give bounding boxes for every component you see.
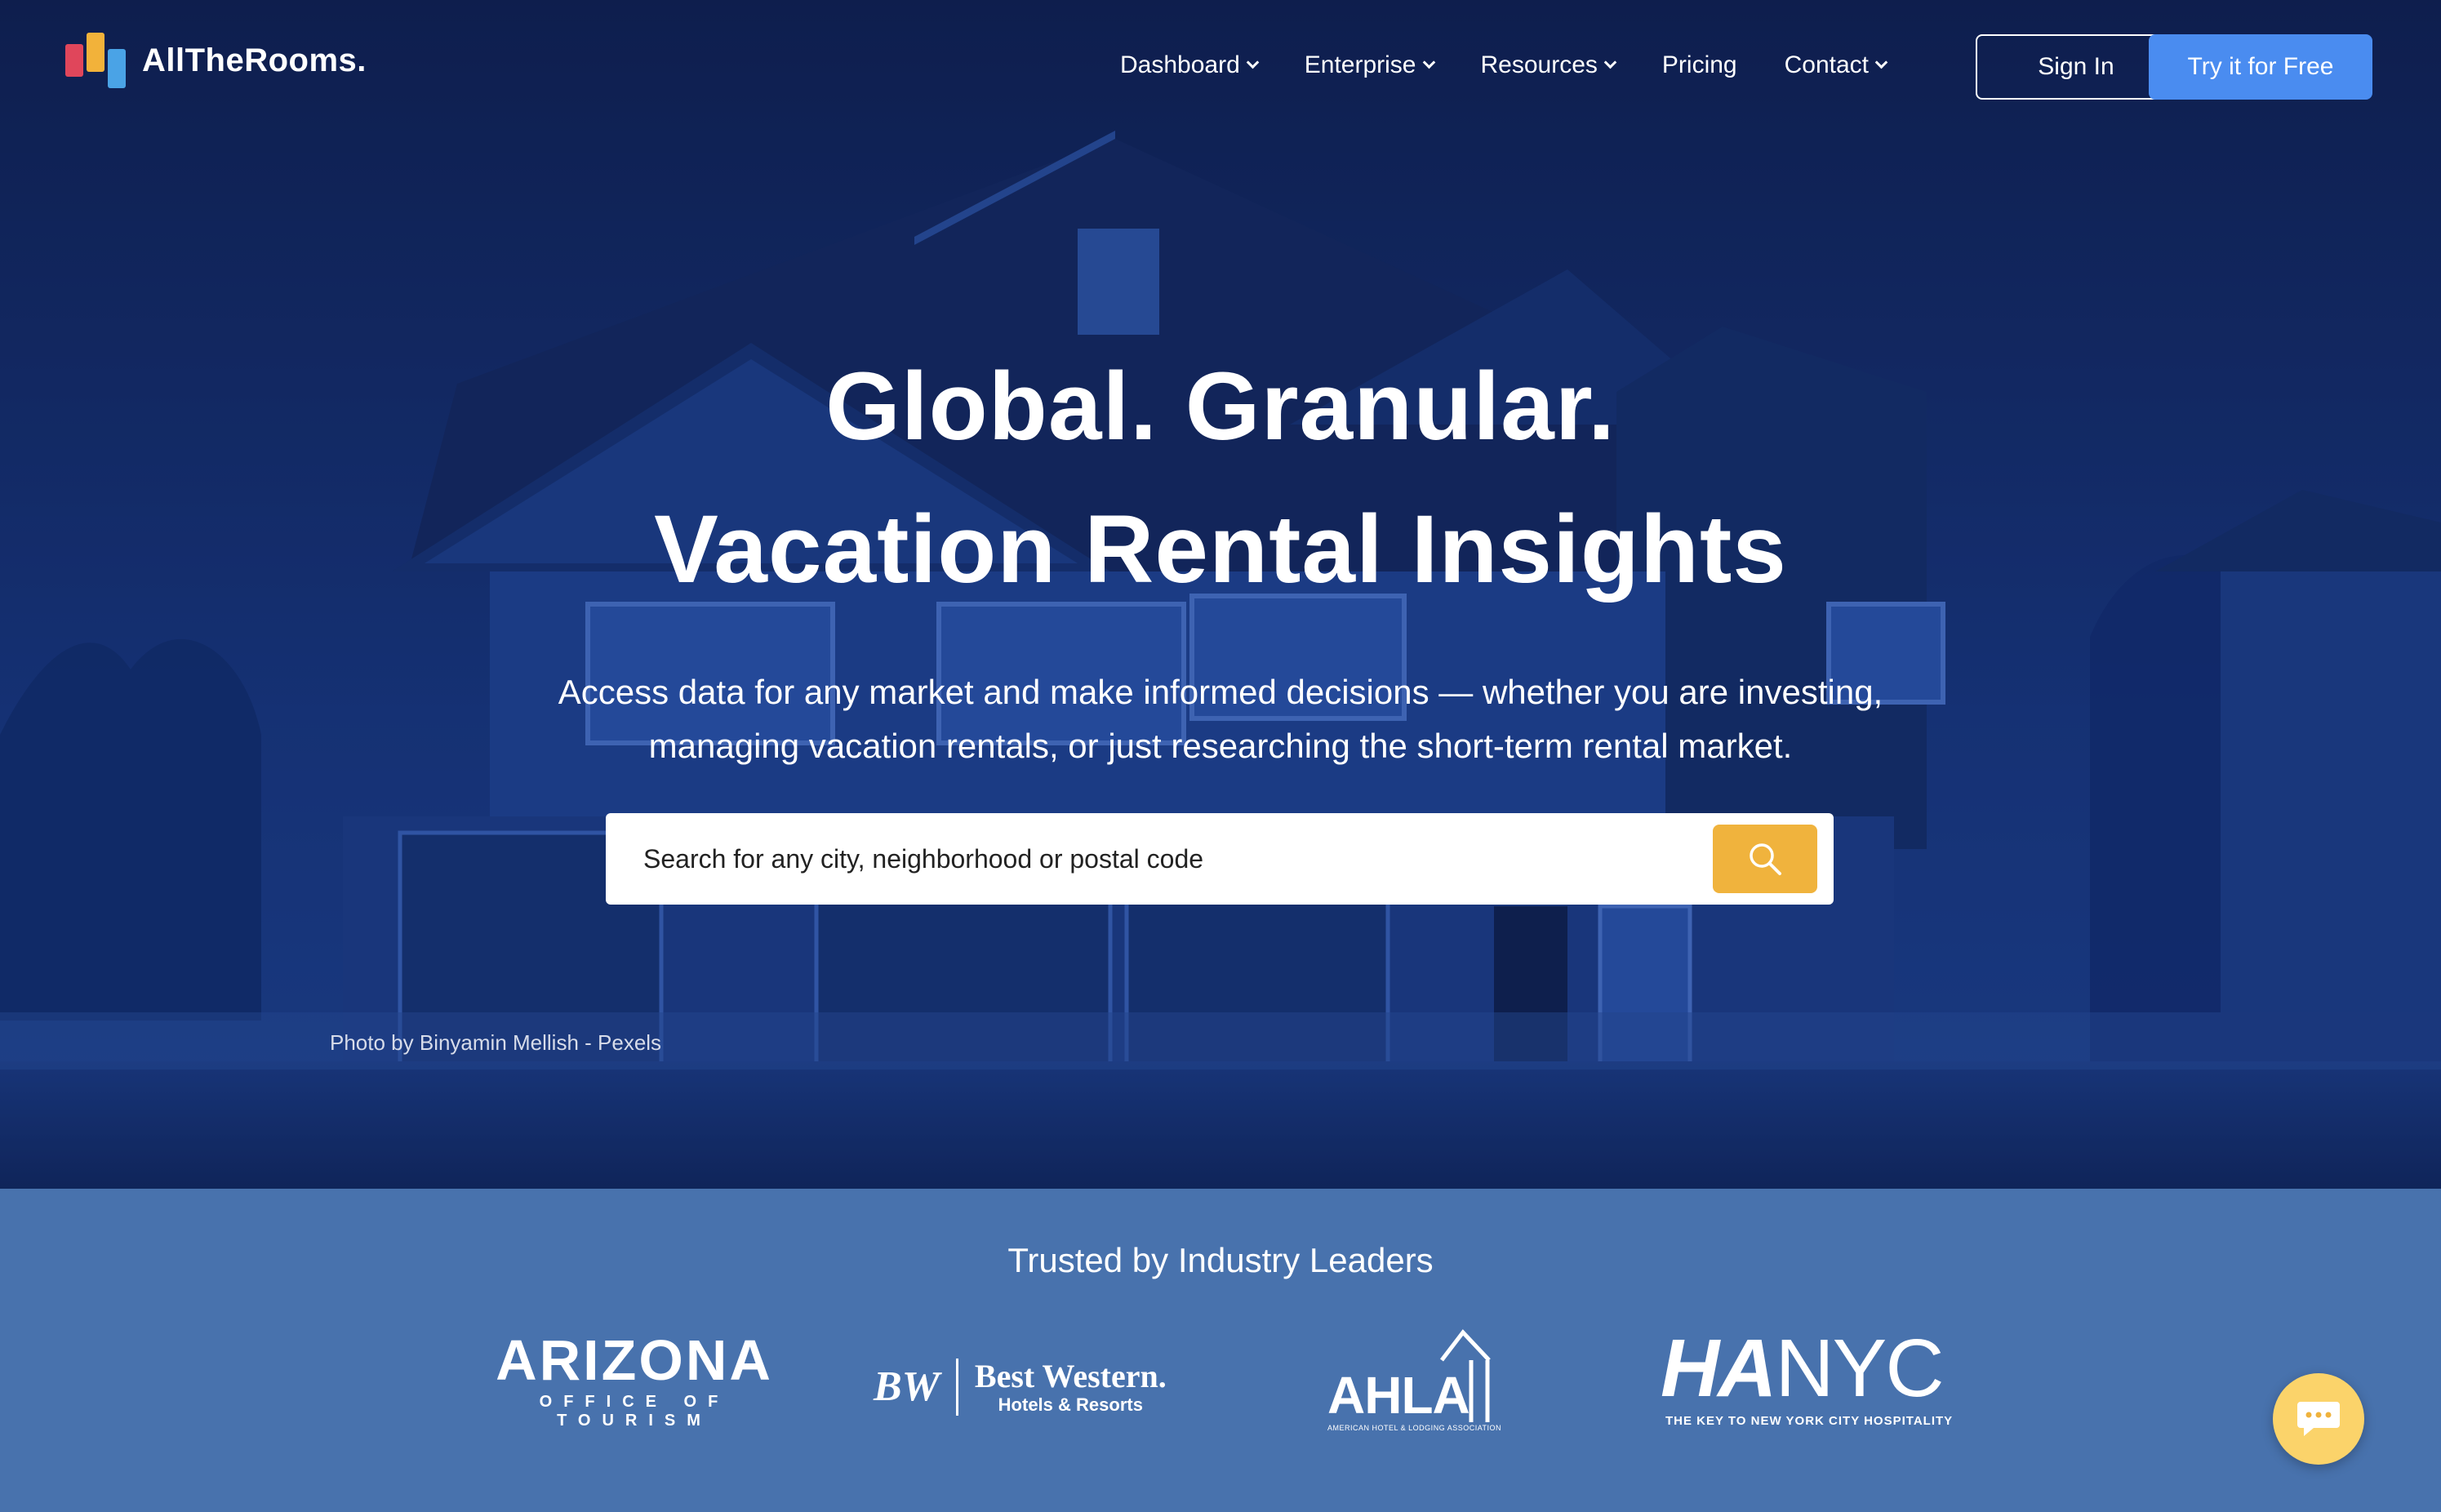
nav-item-label: Dashboard <box>1120 51 1240 78</box>
search-input[interactable] <box>643 813 1705 905</box>
nav-item-label: Contact <box>1784 51 1869 78</box>
ahla-logo-text: AHLA <box>1327 1366 1470 1425</box>
hero-subtitle-line1: Access data for any market and make info… <box>558 673 1883 711</box>
nav-item-label: Resources <box>1480 51 1598 78</box>
nav-item-label: Enterprise <box>1304 51 1416 78</box>
nav-item-label: Pricing <box>1661 51 1737 78</box>
nav-item-dashboard[interactable]: Dashboard <box>1120 51 1260 79</box>
chat-icon <box>2297 1402 2340 1436</box>
sign-in-button[interactable]: Sign In <box>1976 34 2176 100</box>
best-western-logo: BW Best Western. Hotels & Resorts <box>874 1350 1176 1424</box>
nav-item-resources[interactable]: Resources <box>1480 51 1617 79</box>
nav-item-contact[interactable]: Contact <box>1784 51 1888 79</box>
nav-menu: Dashboard Enterprise Resources Pricing C… <box>1120 47 1933 83</box>
chevron-down-icon <box>1874 56 1888 69</box>
brand-logo[interactable]: AllTheRooms. <box>65 33 367 88</box>
photo-credit: Photo by Binyamin Mellish - Pexels <box>330 1030 662 1055</box>
ahla-logo: AHLA AMERICAN HOTEL & LODGING ASSOCIATIO… <box>1324 1327 1504 1434</box>
hanyc-logo-subtext: THE KEY TO NEW YORK CITY HOSPITALITY <box>1665 1414 1954 1428</box>
search-button[interactable] <box>1713 825 1817 893</box>
nav-item-pricing[interactable]: Pricing <box>1662 51 1737 79</box>
trusted-by-section: Trusted by Industry Leaders ARIZONA OFFI… <box>0 1189 2441 1512</box>
hero-headline-line2: Vacation Rental Insights <box>654 496 1787 603</box>
arizona-logo-subtext: OFFICE OF TOURISM <box>539 1393 730 1430</box>
trust-section-title: Trusted by Industry Leaders <box>1007 1241 1434 1279</box>
arizona-logo-text: ARIZONA <box>496 1328 773 1392</box>
hanyc-logo-light: NYC <box>1775 1323 1944 1414</box>
chat-widget-button[interactable] <box>2273 1373 2364 1465</box>
best-western-subtext: Hotels & Resorts <box>998 1394 1143 1415</box>
best-western-name: Best Western. <box>974 1358 1167 1394</box>
chevron-down-icon <box>1603 56 1617 69</box>
top-navigation: AllTheRooms. Dashboard Enterprise Resour… <box>0 0 2441 131</box>
chevron-down-icon <box>1246 56 1260 69</box>
partner-logos: ARIZONA OFFICE OF TOURISM BW Best Wester… <box>0 1327 2441 1458</box>
ahla-logo-subtext: AMERICAN HOTEL & LODGING ASSOCIATION <box>1327 1424 1502 1432</box>
best-western-mark: BW <box>874 1359 958 1416</box>
try-free-button[interactable]: Try it for Free <box>2149 34 2372 100</box>
hero-subtitle: Access data for any market and make info… <box>0 665 2441 773</box>
nav-item-enterprise[interactable]: Enterprise <box>1304 51 1435 79</box>
hanyc-logo-bold: HA <box>1661 1323 1776 1414</box>
brand-name: AllTheRooms. <box>142 42 367 78</box>
hanyc-logo: HANYC THE KEY TO NEW YORK CITY HOSPITALI… <box>1661 1327 1954 1434</box>
hero-section: AllTheRooms. Dashboard Enterprise Resour… <box>0 0 2441 1189</box>
brand-logo-icon <box>65 33 129 88</box>
arizona-tourism-logo: ARIZONA OFFICE OF TOURISM <box>483 1327 785 1430</box>
chevron-down-icon <box>1422 56 1435 69</box>
hero-subtitle-line2: managing vacation rentals, or just resea… <box>648 727 1793 765</box>
hero-headline-line1: Global. Granular. <box>825 353 1616 460</box>
search-bar <box>606 813 1834 905</box>
hanyc-logo-text: HANYC <box>1661 1327 1945 1409</box>
search-icon <box>1750 843 1781 875</box>
